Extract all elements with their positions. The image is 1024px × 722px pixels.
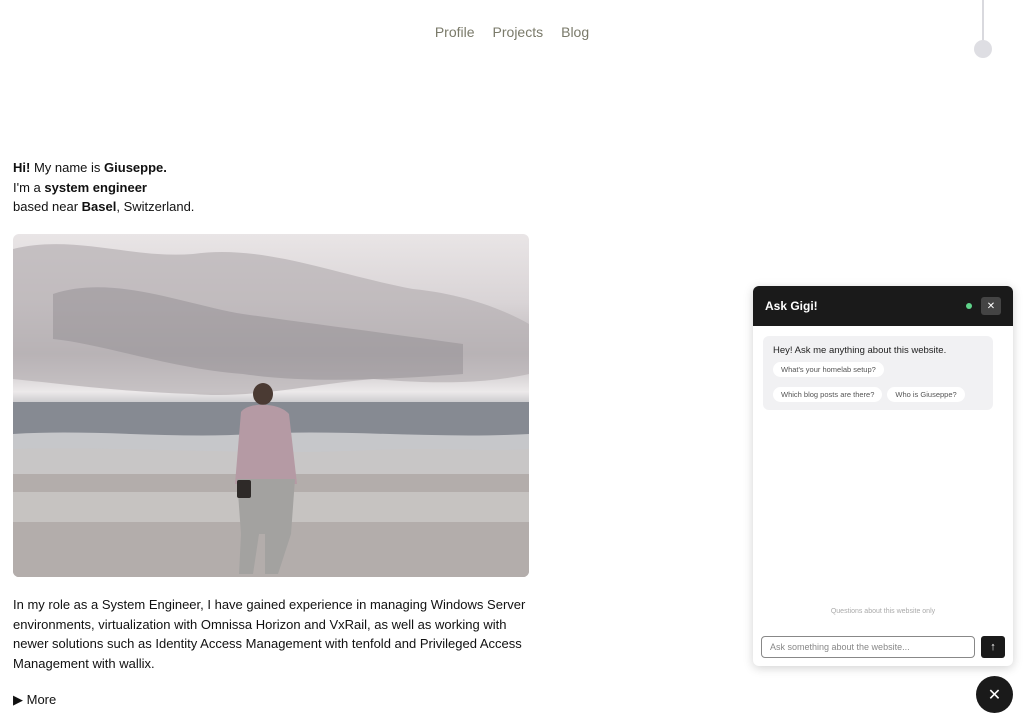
suggestion-chips: What's your homelab setup? Which blog po…	[773, 362, 983, 402]
chat-input[interactable]	[761, 636, 975, 658]
more-toggle[interactable]: ▶ More	[13, 692, 56, 708]
intro-line-2: I'm a system engineer	[13, 178, 194, 198]
suggestion-homelab[interactable]: What's your homelab setup?	[773, 362, 884, 377]
chat-header: Ask Gigi! ✕	[753, 286, 1013, 326]
intro-line-3: based near Basel, Switzerland.	[13, 197, 194, 217]
nav-item-profile[interactable]: Profile	[435, 24, 475, 40]
intro-country: , Switzerland.	[116, 199, 195, 214]
online-status-icon	[966, 303, 972, 309]
chat-message-bubble: Hey! Ask me anything about this website.…	[763, 336, 993, 410]
intro-im-a: I'm a	[13, 179, 45, 195]
hero-photo-art	[13, 244, 529, 577]
intro-name: Giuseppe.	[104, 160, 167, 175]
suggestion-who-is-giuseppe[interactable]: Who is Giuseppe?	[887, 387, 965, 402]
nav-item-projects[interactable]: Projects	[493, 24, 544, 40]
chat-close-button[interactable]: ✕	[981, 297, 1001, 315]
intro-text: Hi! My name is Giuseppe. I'm a system en…	[13, 158, 194, 217]
intro-hi: Hi!	[13, 160, 31, 175]
bio-paragraph: In my role as a System Engineer, I have …	[13, 597, 526, 671]
intro-line-1: Hi! My name is Giuseppe.	[13, 158, 194, 178]
theme-toggle-knob[interactable]	[974, 40, 992, 58]
nav-item-blog[interactable]: Blog	[561, 24, 589, 40]
chat-input-row: ↑	[761, 635, 1005, 659]
intro-based-near: based near	[13, 199, 82, 214]
chat-title: Ask Gigi!	[765, 299, 818, 313]
intro-city: Basel	[81, 199, 117, 214]
intro-my-name-is: My name is	[30, 160, 105, 175]
chat-greeting: Hey! Ask me anything about this website.	[773, 345, 947, 356]
send-button[interactable]: ↑	[981, 636, 1005, 658]
chat-toggle-button[interactable]: ✕	[976, 676, 1013, 713]
hero-photo	[13, 234, 529, 577]
theme-toggle-string	[982, 0, 984, 42]
intro-role: system engineer	[44, 179, 147, 195]
suggestion-blog-posts[interactable]: Which blog posts are there?	[773, 387, 883, 402]
top-nav: Profile Projects Blog	[0, 24, 1024, 40]
chat-footer-note: Questions about this website only	[830, 608, 936, 615]
chat-widget: Ask Gigi! ✕ Hey! Ask me anything about t…	[753, 286, 1013, 666]
page: Profile Projects Blog Hi! My name is Giu…	[0, 0, 1024, 722]
